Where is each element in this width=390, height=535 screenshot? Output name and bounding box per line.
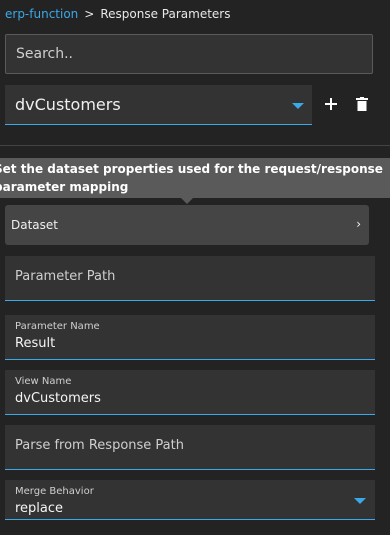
merge-behavior-select[interactable]: Merge Behavior replace: [5, 480, 375, 520]
parameter-name-label: Parameter Name: [15, 321, 100, 332]
chevron-down-icon: [354, 498, 366, 504]
parameter-path-placeholder: Parameter Path: [15, 269, 116, 284]
parse-response-path-placeholder: Parse from Response Path: [15, 438, 184, 453]
search-input[interactable]: [6, 35, 372, 73]
chevron-right-icon: ›: [356, 217, 361, 231]
view-name-value: dvCustomers: [15, 391, 101, 406]
view-name-field[interactable]: View Name dvCustomers: [5, 370, 375, 415]
dataset-expander-label: Dataset: [11, 218, 58, 232]
parameter-name-field[interactable]: Parameter Name Result: [5, 315, 375, 360]
section-divider: [0, 145, 390, 146]
merge-behavior-label: Merge Behavior: [15, 486, 94, 497]
dataset-select[interactable]: dvCustomers: [5, 85, 312, 125]
breadcrumb-separator: >: [84, 7, 95, 21]
plus-icon: [325, 98, 337, 110]
dataset-expander[interactable]: Dataset ›: [5, 205, 369, 245]
search-box: [5, 34, 373, 74]
parameter-name-value: Result: [15, 336, 56, 351]
merge-behavior-value: replace: [15, 501, 64, 516]
trash-icon: [356, 97, 368, 111]
breadcrumb-link-erp-function[interactable]: erp-function: [5, 7, 78, 21]
dataset-select-value: dvCustomers: [15, 95, 121, 114]
tooltip-text: Set the dataset properties used for the …: [0, 162, 383, 194]
breadcrumb: erp-function > Response Parameters: [5, 6, 231, 22]
breadcrumb-current: Response Parameters: [100, 7, 231, 21]
delete-dataset-button[interactable]: [352, 94, 372, 114]
tooltip: Set the dataset properties used for the …: [0, 158, 390, 198]
chevron-down-icon: [292, 103, 304, 109]
view-name-label: View Name: [15, 376, 72, 387]
tooltip-arrow: [181, 198, 193, 204]
parameter-path-field[interactable]: Parameter Path: [5, 256, 375, 301]
parse-response-path-field[interactable]: Parse from Response Path: [5, 425, 375, 470]
add-dataset-button[interactable]: [321, 94, 341, 114]
